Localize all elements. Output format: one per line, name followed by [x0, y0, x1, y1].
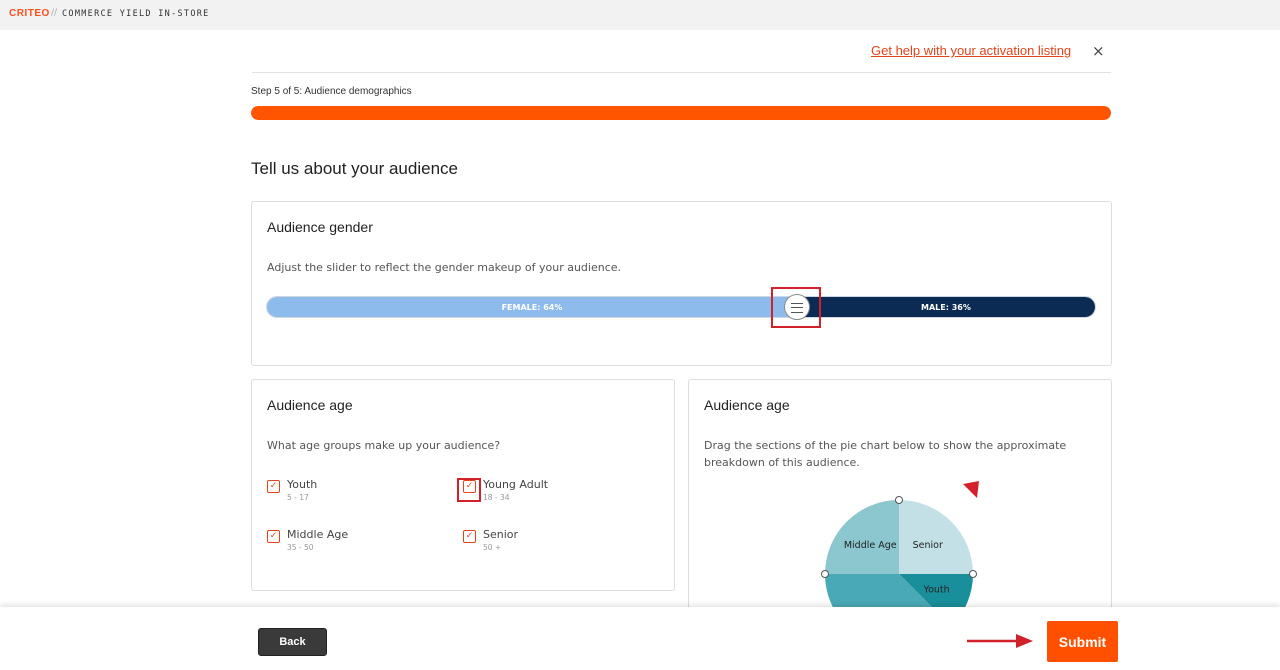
pie-label: Youth — [923, 585, 950, 596]
annotation-arrow-icon — [963, 481, 979, 498]
male-segment: MALE: 36% — [796, 297, 1095, 317]
pie-drag-handle[interactable] — [969, 570, 977, 578]
top-bar: CRITEO // COMMERCE YIELD IN-STORE — [0, 0, 1280, 30]
progress-bar — [251, 106, 1111, 120]
pie-drag-handle[interactable] — [821, 570, 829, 578]
pie-label: Middle Age — [844, 540, 897, 551]
help-link[interactable]: Get help with your activation listing — [871, 43, 1071, 58]
male-label: MALE: 36% — [921, 302, 971, 312]
checkbox-icon[interactable]: ✓ — [463, 530, 476, 543]
age-question: What age groups make up your audience? — [267, 439, 501, 452]
age-card-title: Audience age — [267, 397, 353, 413]
age-range: 18 - 34 — [483, 493, 510, 502]
back-button[interactable]: Back — [258, 628, 327, 656]
age-range: 5 - 17 — [287, 493, 309, 502]
checkbox-young-adult[interactable]: ✓ Young Adult 18 - 34 — [463, 478, 613, 508]
checkbox-icon[interactable]: ✓ — [267, 480, 280, 493]
age-label: Senior — [483, 528, 519, 541]
age-chart-description: Drag the sections of the pie chart below… — [704, 439, 1067, 469]
progress-fill — [251, 106, 1111, 120]
page-title: Tell us about your audience — [251, 159, 458, 178]
audience-age-card: Audience age What age groups make up you… — [251, 379, 675, 591]
age-range: 50 + — [483, 543, 502, 552]
checkbox-youth[interactable]: ✓ Youth 5 - 17 — [267, 478, 417, 508]
checkbox-icon[interactable]: ✓ — [267, 530, 280, 543]
slider-highlight-box — [771, 287, 822, 328]
gender-slider-track[interactable]: FEMALE: 64% MALE: 36% — [266, 296, 1096, 318]
age-label: Middle Age — [287, 528, 349, 541]
checkbox-middle-age[interactable]: ✓ Middle Age 35 - 50 — [267, 528, 417, 558]
age-label: Young Adult — [483, 478, 549, 491]
brand-separator: // — [51, 8, 58, 18]
pie-label: Senior — [913, 540, 943, 551]
checkbox-senior[interactable]: ✓ Senior 50 + — [463, 528, 613, 558]
female-label: FEMALE: 64% — [501, 302, 563, 312]
audience-gender-card: Audience gender Adjust the slider to ref… — [251, 201, 1112, 366]
audience-age-chart-card: Audience age Drag the sections of the pi… — [688, 379, 1112, 639]
close-icon[interactable]: × — [1092, 42, 1105, 60]
gender-card-title: Audience gender — [267, 219, 373, 235]
header-divider — [252, 72, 1111, 73]
age-label: Youth — [287, 478, 318, 491]
age-chart-title: Audience age — [704, 397, 790, 413]
product-name: COMMERCE YIELD IN-STORE — [62, 9, 210, 19]
age-range: 35 - 50 — [287, 543, 314, 552]
pie-drag-handle[interactable] — [895, 496, 903, 504]
step-label: Step 5 of 5: Audience demographics — [251, 86, 412, 97]
submit-pointer-arrow-icon — [967, 634, 1033, 648]
checkbox-highlight-box — [457, 478, 481, 502]
pie-slice-senior[interactable] — [899, 500, 973, 574]
female-segment: FEMALE: 64% — [267, 297, 797, 317]
pie-slice-middle-age[interactable] — [825, 500, 899, 574]
gender-description: Adjust the slider to reflect the gender … — [267, 261, 622, 274]
footer-bar: Back Submit — [0, 607, 1280, 670]
criteo-logo[interactable]: CRITEO — [9, 8, 50, 19]
submit-button[interactable]: Submit — [1047, 621, 1118, 662]
